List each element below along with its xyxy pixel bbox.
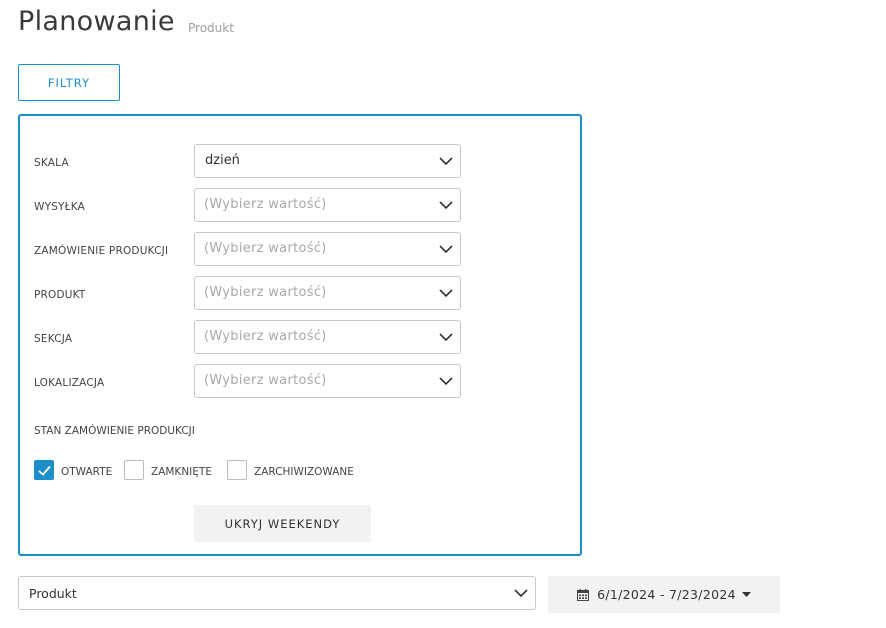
section-label: SEKCJA [34, 333, 73, 345]
filters-toggle-button[interactable]: FILTRY [18, 64, 120, 101]
checkbox-open-label: OTWARTE [61, 466, 113, 478]
order-state-label: STAN ZAMÓWIENIE PRODUKCJI [34, 425, 195, 437]
filters-toggle-label: FILTRY [47, 75, 91, 90]
filters-panel: SKALA dzień WYSYŁKA (Wybierz wartość) ZA… [18, 114, 582, 556]
chevron-down-icon [439, 289, 453, 298]
scale-label: SKALA [34, 157, 69, 169]
caret-down-icon [741, 591, 751, 597]
production-order-select-placeholder: (Wybierz wartość) [204, 241, 327, 256]
shipment-select-placeholder: (Wybierz wartość) [204, 197, 327, 212]
chevron-down-icon [439, 245, 453, 254]
chevron-down-icon [439, 201, 453, 210]
page-title: Planowanie [18, 6, 175, 37]
section-select-placeholder: (Wybierz wartość) [204, 329, 327, 344]
hide-weekends-label: UKRYJ WEEKENDY [224, 516, 341, 531]
check-icon [38, 465, 51, 476]
checkbox-open[interactable] [34, 460, 54, 480]
section-select[interactable]: (Wybierz wartość) [194, 320, 461, 354]
product-select[interactable]: (Wybierz wartość) [194, 276, 461, 310]
chevron-down-icon [439, 333, 453, 342]
checkbox-closed-label: ZAMKNIĘTE [151, 466, 212, 478]
product-label: PRODUKT [34, 289, 86, 301]
view-select-value: Produkt [29, 586, 77, 601]
chevron-down-icon [514, 589, 528, 598]
scale-select-value: dzień [205, 153, 240, 168]
production-order-select[interactable]: (Wybierz wartość) [194, 232, 461, 266]
chevron-down-icon [439, 157, 453, 166]
location-select[interactable]: (Wybierz wartość) [194, 364, 461, 398]
location-select-placeholder: (Wybierz wartość) [204, 373, 327, 388]
chevron-down-icon [439, 377, 453, 386]
product-select-placeholder: (Wybierz wartość) [204, 285, 327, 300]
production-order-label: ZAMÓWIENIE PRODUKCJI [34, 245, 169, 257]
location-label: LOKALIZACJA [34, 377, 105, 389]
hide-weekends-button[interactable]: UKRYJ WEEKENDY [194, 505, 371, 542]
date-range-label: 6/1/2024 - 7/23/2024 [597, 587, 736, 602]
checkbox-closed[interactable] [124, 460, 144, 480]
shipment-select[interactable]: (Wybierz wartość) [194, 188, 461, 222]
date-range-button[interactable]: 6/1/2024 - 7/23/2024 [548, 576, 780, 613]
scale-select[interactable]: dzień [194, 144, 461, 178]
view-select[interactable]: Produkt [18, 576, 536, 610]
shipment-label: WYSYŁKA [34, 201, 86, 213]
checkbox-archived[interactable] [227, 460, 247, 480]
calendar-icon [577, 588, 590, 601]
page-subtitle: Produkt [188, 21, 234, 35]
checkbox-archived-label: ZARCHIWIZOWANE [254, 466, 354, 478]
